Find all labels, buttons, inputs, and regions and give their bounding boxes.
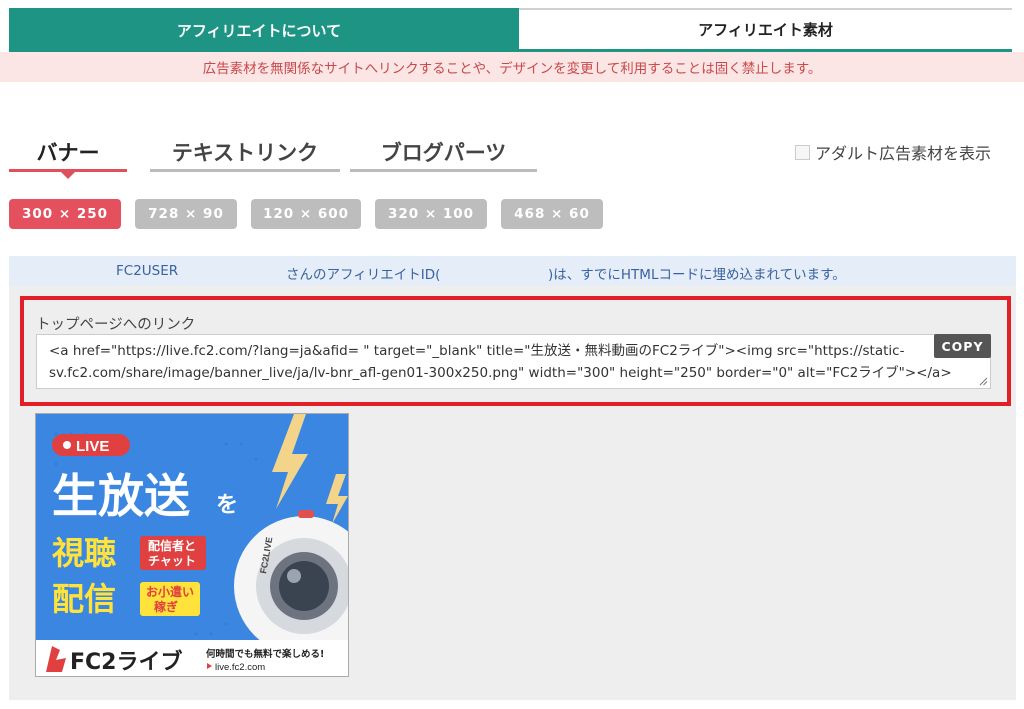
size-button-468x60[interactable]: 468 × 60 [501,199,603,229]
code-line-1: <a href="https://live.fc2.com/?lang=ja&a… [49,343,905,359]
tab-gap [509,8,519,52]
info-username: FC2USER [116,263,179,279]
tab-about-affiliate[interactable]: アフィリエイトについて [9,8,509,52]
adult-checkbox[interactable] [795,144,810,160]
code-label: トップページへのリンク [36,317,196,333]
info-text-right: )は、すでにHTMLコードに埋め込まれています。 [548,267,846,283]
bubble1-a: 配信者と [148,538,196,553]
copy-button[interactable]: COPY [934,334,991,358]
banner-wo: を [216,493,238,518]
banner-url: live.fc2.com [215,662,265,673]
banner-graphic: FC2LIVE LIVE 生放送 を 視聴 配信者と チャット 配信 お小遣い … [36,414,348,676]
info-text-left: さんのアフィリエイトID( [286,267,441,283]
adult-material-toggle[interactable]: アダルト広告素材を表示 [795,140,991,164]
banner-main-text: 生放送 [52,469,190,523]
bubble1-b: チャット [148,554,196,568]
affiliate-id-info: FC2USER さんのアフィリエイトID( )は、すでにHTMLコードに埋め込ま… [9,256,1016,286]
live-badge: LIVE [76,438,109,455]
subtab-banner[interactable]: バナー [9,130,127,172]
banner-preview-image[interactable]: FC2LIVE LIVE 生放送 を 視聴 配信者と チャット 配信 お小遣い … [35,413,349,677]
size-button-320x100[interactable]: 320 × 100 [375,199,487,229]
banner-brand: FC2ライブ [70,649,182,675]
bubble2-a: お小遣い [146,584,194,599]
banner-tagline: 何時間でも無料で楽しめる! [206,648,324,660]
subtab-blog-parts[interactable]: ブログパーツ [350,130,537,172]
html-code-textarea[interactable]: <a href="https://live.fc2.com/?lang=ja&a… [36,334,991,389]
subtab-text-link[interactable]: テキストリンク [150,130,340,172]
size-button-300x250[interactable]: 300 × 250 [9,199,121,229]
warning-banner: 広告素材を無関係なサイトへリンクすることや、デザインを変更して利用することは固く… [0,52,1024,82]
tab-affiliate-materials[interactable]: アフィリエイト素材 [519,8,1012,52]
top-stripe [0,0,1024,8]
banner-stream: 配信 [52,580,116,618]
active-tab-caret [61,172,75,179]
banner-view: 視聴 [52,534,116,572]
top-tabs: アフィリエイトについて アフィリエイト素材 [9,8,1012,52]
resize-handle-icon[interactable] [979,377,988,386]
bubble2-b: 稼ぎ [154,599,178,614]
size-button-120x600[interactable]: 120 × 600 [251,199,361,229]
adult-checkbox-label: アダルト広告素材を表示 [815,144,992,163]
code-line-2: sv.fc2.com/share/image/banner_live/ja/lv… [49,365,952,381]
size-button-728x90[interactable]: 728 × 90 [135,199,237,229]
